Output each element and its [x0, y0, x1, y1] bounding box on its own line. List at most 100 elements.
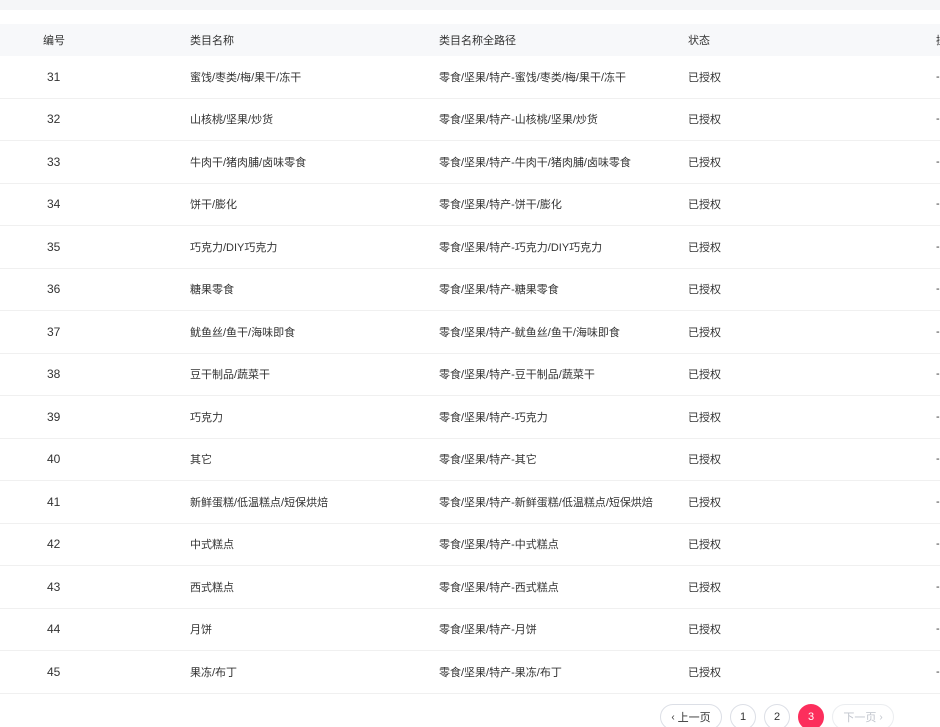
- cell-status: 已授权: [688, 666, 721, 679]
- cell-path: 零食/坚果/特产-月饼: [439, 624, 537, 637]
- cell-id: 31: [47, 69, 61, 84]
- cell-id: 38: [47, 367, 61, 382]
- cell-extra: -: [936, 623, 940, 636]
- table-row: 40 其它 零食/坚果/特产-其它 已授权 -: [0, 439, 940, 481]
- cell-extra: -: [936, 70, 940, 83]
- cell-extra: -: [936, 410, 940, 423]
- cell-status: 已授权: [688, 71, 721, 84]
- table-row: 39 巧克力 零食/坚果/特产-巧克力 已授权 -: [0, 396, 940, 439]
- cell-status: 已授权: [688, 539, 721, 552]
- cell-path: 零食/坚果/特产-西式糕点: [439, 581, 559, 594]
- header-extra: 操作: [936, 32, 940, 48]
- cell-id: 40: [47, 452, 61, 467]
- table-row: 44 月饼 零食/坚果/特产-月饼 已授权 -: [0, 609, 940, 651]
- cell-id: 42: [47, 537, 61, 552]
- cell-status: 已授权: [688, 581, 721, 594]
- cell-id: 37: [47, 324, 61, 339]
- cell-extra: -: [936, 325, 940, 338]
- cell-name: 月饼: [190, 624, 212, 637]
- cell-name: 巧克力/DIY巧克力: [190, 241, 278, 254]
- table-header: 编号 类目名称 类目名称全路径 状态 操作: [0, 24, 940, 56]
- cell-id: 36: [47, 282, 61, 297]
- cell-path: 零食/坚果/特产-新鲜蛋糕/低温糕点/短保烘焙: [439, 496, 653, 509]
- cell-name: 新鲜蛋糕/低温糕点/短保烘焙: [190, 496, 329, 509]
- pagination: ‹ 上一页 1 2 3 下一页 ›: [660, 704, 894, 727]
- cell-id: 33: [47, 154, 61, 169]
- table-row: 42 中式糕点 零食/坚果/特产-中式糕点 已授权 -: [0, 524, 940, 566]
- cell-status: 已授权: [688, 369, 721, 382]
- cell-name: 其它: [190, 454, 212, 467]
- table-row: 45 果冻/布丁 零食/坚果/特产-果冻/布丁 已授权 -: [0, 651, 940, 694]
- table-row: 35 巧克力/DIY巧克力 零食/坚果/特产-巧克力/DIY巧克力 已授权 -: [0, 226, 940, 269]
- table-row: 31 蜜饯/枣类/梅/果干/冻干 零食/坚果/特产-蜜饯/枣类/梅/果干/冻干 …: [0, 56, 940, 99]
- cell-status: 已授权: [688, 199, 721, 212]
- cell-extra: -: [936, 113, 940, 126]
- cell-name: 蜜饯/枣类/梅/果干/冻干: [190, 71, 302, 84]
- page-button-3-current[interactable]: 3: [798, 704, 824, 727]
- cell-name: 巧克力: [190, 411, 223, 424]
- prev-page-label: 上一页: [677, 712, 711, 724]
- page-button-1[interactable]: 1: [730, 704, 756, 727]
- cell-name: 西式糕点: [190, 581, 234, 594]
- cell-path: 零食/坚果/特产-糖果零食: [439, 284, 559, 297]
- cell-path: 零食/坚果/特产-蜜饯/枣类/梅/果干/冻干: [439, 71, 626, 84]
- cell-extra: -: [936, 580, 940, 593]
- cell-name: 鱿鱼丝/鱼干/海味即食: [190, 326, 296, 339]
- cell-status: 已授权: [688, 454, 721, 467]
- cell-id: 45: [47, 664, 61, 679]
- cell-status: 已授权: [688, 326, 721, 339]
- cell-status: 已授权: [688, 624, 721, 637]
- cell-id: 35: [47, 239, 61, 254]
- cell-extra: -: [936, 240, 940, 253]
- cell-extra: -: [936, 453, 940, 466]
- cell-status: 已授权: [688, 114, 721, 127]
- cell-id: 43: [47, 579, 61, 594]
- cell-name: 山核桃/坚果/炒货: [190, 114, 274, 127]
- cell-extra: -: [936, 665, 940, 678]
- cell-id: 32: [47, 112, 61, 127]
- cell-id: 34: [47, 197, 61, 212]
- cell-name: 果冻/布丁: [190, 666, 238, 679]
- table-row: 33 牛肉干/猪肉脯/卤味零食 零食/坚果/特产-牛肉干/猪肉脯/卤味零食 已授…: [0, 141, 940, 184]
- cell-name: 牛肉干/猪肉脯/卤味零食: [190, 156, 307, 169]
- cell-id: 39: [47, 409, 61, 424]
- header-status: 状态: [688, 35, 710, 47]
- next-page-label: 下一页: [843, 712, 877, 724]
- cell-path: 零食/坚果/特产-山核桃/坚果/炒货: [439, 114, 598, 127]
- cell-status: 已授权: [688, 156, 721, 169]
- prev-page-button[interactable]: ‹ 上一页: [660, 704, 722, 727]
- cell-path: 零食/坚果/特产-豆干制品/蔬菜干: [439, 369, 595, 382]
- cell-path: 零食/坚果/特产-巧克力: [439, 411, 548, 424]
- cell-name: 中式糕点: [190, 539, 234, 552]
- table-row: 43 西式糕点 零食/坚果/特产-西式糕点 已授权 -: [0, 566, 940, 609]
- chevron-right-icon: ›: [879, 711, 883, 723]
- cell-path: 零食/坚果/特产-中式糕点: [439, 539, 559, 552]
- cell-status: 已授权: [688, 241, 721, 254]
- cell-extra: -: [936, 495, 940, 508]
- header-id: 编号: [43, 35, 65, 47]
- page-button-2[interactable]: 2: [764, 704, 790, 727]
- cell-path: 零食/坚果/特产-鱿鱼丝/鱼干/海味即食: [439, 326, 620, 339]
- cell-path: 零食/坚果/特产-饼干/膨化: [439, 199, 562, 212]
- cell-extra: -: [936, 283, 940, 296]
- cell-status: 已授权: [688, 496, 721, 509]
- category-table: 编号 类目名称 类目名称全路径 状态 操作 31 蜜饯/枣类/梅/果干/冻干 零…: [0, 24, 940, 694]
- cell-extra: -: [936, 538, 940, 551]
- cell-path: 零食/坚果/特产-巧克力/DIY巧克力: [439, 241, 603, 254]
- cell-extra: -: [936, 368, 940, 381]
- cell-path: 零食/坚果/特产-果冻/布丁: [439, 666, 562, 679]
- cell-name: 豆干制品/蔬菜干: [190, 369, 271, 382]
- cell-extra: -: [936, 198, 940, 211]
- top-strip: [0, 0, 940, 10]
- cell-id: 44: [47, 622, 61, 637]
- next-page-button[interactable]: 下一页 ›: [832, 704, 894, 727]
- header-path: 类目名称全路径: [439, 35, 516, 47]
- header-name: 类目名称: [190, 35, 234, 47]
- table-row: 37 鱿鱼丝/鱼干/海味即食 零食/坚果/特产-鱿鱼丝/鱼干/海味即食 已授权 …: [0, 311, 940, 354]
- cell-path: 零食/坚果/特产-牛肉干/猪肉脯/卤味零食: [439, 156, 631, 169]
- cell-status: 已授权: [688, 411, 721, 424]
- table-row: 41 新鲜蛋糕/低温糕点/短保烘焙 零食/坚果/特产-新鲜蛋糕/低温糕点/短保烘…: [0, 481, 940, 524]
- table-row: 38 豆干制品/蔬菜干 零食/坚果/特产-豆干制品/蔬菜干 已授权 -: [0, 354, 940, 396]
- table-row: 32 山核桃/坚果/炒货 零食/坚果/特产-山核桃/坚果/炒货 已授权 -: [0, 99, 940, 141]
- chevron-left-icon: ‹: [671, 711, 675, 723]
